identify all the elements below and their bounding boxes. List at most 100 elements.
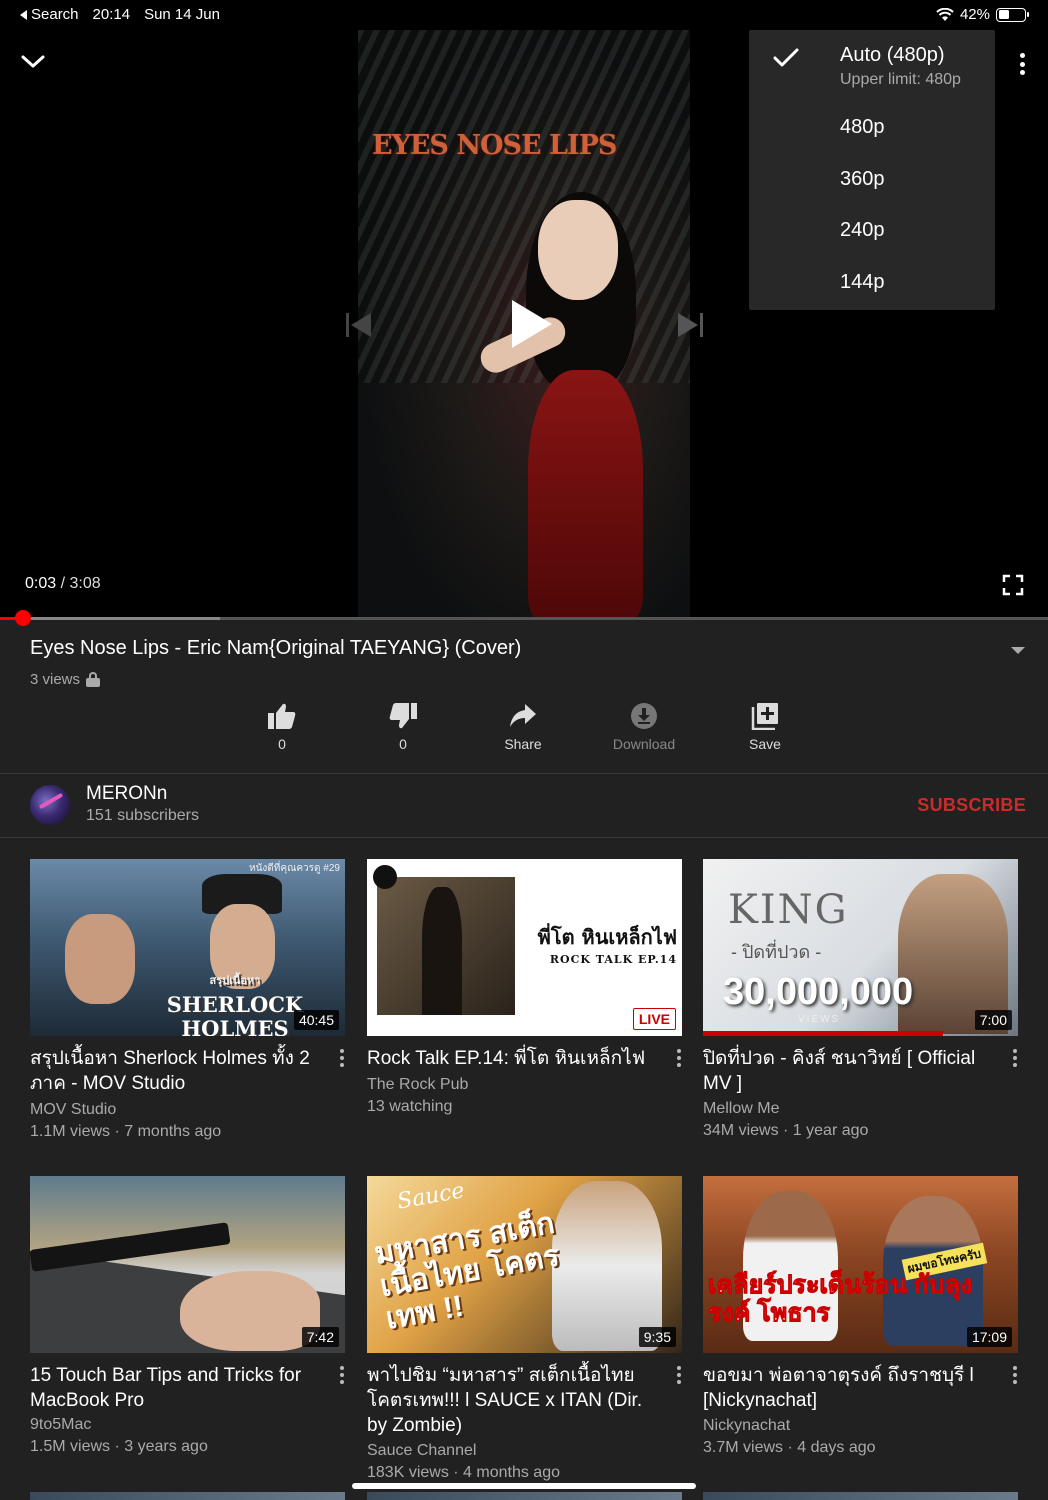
subscriber-count: 151 subscribers xyxy=(86,807,199,824)
thumbnail-small-text: - ปิดที่ปวด - xyxy=(731,942,822,962)
video-card[interactable]: 7:42 15 Touch Bar Tips and Tricks for Ma… xyxy=(30,1176,345,1455)
dislike-button[interactable]: 0 xyxy=(358,702,448,752)
video-thumbnail[interactable]: หนังดีที่คุณควรดู #29 สรุปเนื้อหา SHERLO… xyxy=(30,859,345,1036)
thumbnail-title-text: เคลียร์ประเด็นร้อน กับลุงรงค์ โพธาร xyxy=(708,1271,973,1328)
card-more-icon[interactable] xyxy=(1012,1366,1018,1384)
quality-option-240p[interactable]: 240p xyxy=(749,205,995,257)
time-display: 0:03 / 3:08 xyxy=(25,575,101,593)
thumbnail-brand-text: Sauce xyxy=(395,1178,467,1215)
video-card-title[interactable]: ปิดที่ปวด - คิงส์ ชนาวิทย์ [ Official MV… xyxy=(703,1046,995,1096)
video-card-stats: 3.7M views · 4 days ago xyxy=(703,1439,876,1456)
play-icon[interactable] xyxy=(506,298,556,350)
video-card-stats: 1.5M views · 3 years ago xyxy=(30,1438,208,1455)
quality-option-144p[interactable]: 144p xyxy=(749,257,995,309)
progress-bar[interactable] xyxy=(0,617,1048,620)
duration-badge: 9:35 xyxy=(638,1327,676,1347)
like-count: 0 xyxy=(278,736,286,752)
quality-option-label: 480p xyxy=(840,116,885,138)
rock-pub-logo-icon xyxy=(373,865,397,889)
singer-figure xyxy=(475,192,658,618)
video-card[interactable]: พี่โต หินเหล็กไฟ ROCK TALK EP.14 LIVE Ro… xyxy=(367,859,682,1115)
video-thumbnail[interactable]: ผมขอโทษครับ เคลียร์ประเด็นร้อน กับลุงรงค… xyxy=(703,1176,1018,1353)
download-label: Download xyxy=(612,736,676,752)
video-thumbnail[interactable]: พี่โต หินเหล็กไฟ ROCK TALK EP.14 LIVE xyxy=(367,859,682,1036)
quality-option-sublabel: Upper limit: 480p xyxy=(840,71,961,88)
card-more-icon[interactable] xyxy=(1012,1049,1018,1067)
video-card[interactable]: Sauce มหาสาร สเต็กเนื้อไทย โคตรเทพ !! 9:… xyxy=(367,1176,682,1481)
video-card-title[interactable]: พาไปชิม “มหาสาร” สเต็กเนื้อไทยโคตรเทพ!!!… xyxy=(367,1363,659,1438)
thumbnail-title-text: มหาสาร สเต็กเนื้อไทย โคตรเทพ !! xyxy=(371,1206,562,1336)
duration-badge: 7:00 xyxy=(974,1010,1012,1030)
back-label: Search xyxy=(31,6,79,23)
back-to-search-link[interactable]: Search xyxy=(20,6,79,23)
card-more-icon[interactable] xyxy=(676,1366,682,1384)
save-button[interactable]: Save xyxy=(720,702,810,752)
channel-name[interactable]: MERONn xyxy=(86,783,167,805)
add-to-playlist-icon xyxy=(751,703,778,730)
video-thumbnail-peek[interactable] xyxy=(367,1492,682,1500)
card-more-icon[interactable] xyxy=(339,1049,345,1067)
share-button[interactable]: Share xyxy=(478,702,568,752)
card-more-icon[interactable] xyxy=(676,1049,682,1067)
video-thumbnail[interactable]: KING - ปิดที่ปวด - 30,000,000 VIEWS 7:00 xyxy=(703,859,1018,1036)
duration: 3:08 xyxy=(69,575,101,592)
thumbnail-number-text: 30,000,000 xyxy=(723,971,914,1013)
video-card[interactable]: ผมขอโทษครับ เคลียร์ประเด็นร้อน กับลุงรงค… xyxy=(703,1176,1018,1456)
previous-video-icon[interactable] xyxy=(345,310,373,340)
duration-badge: 7:42 xyxy=(301,1327,339,1347)
collapse-chevron-icon[interactable] xyxy=(20,50,46,72)
next-video-icon[interactable] xyxy=(676,310,704,340)
fullscreen-icon[interactable] xyxy=(1002,574,1024,596)
video-card-stats: 13 watching xyxy=(367,1098,453,1115)
video-card[interactable]: KING - ปิดที่ปวด - 30,000,000 VIEWS 7:00… xyxy=(703,859,1018,1139)
video-card-channel: Sauce Channel xyxy=(367,1442,477,1459)
duration-badge: 17:09 xyxy=(966,1327,1012,1347)
thumbs-down-icon xyxy=(389,703,417,729)
quality-option-auto[interactable]: Auto (480p) Upper limit: 480p xyxy=(749,30,995,102)
subscribe-button[interactable]: SUBSCRIBE xyxy=(917,795,1026,816)
video-thumbnail[interactable]: Sauce มหาสาร สเต็กเนื้อไทย โคตรเทพ !! 9:… xyxy=(367,1176,682,1353)
dislike-count: 0 xyxy=(399,736,407,752)
quality-option-label: 144p xyxy=(840,271,885,293)
video-card-title[interactable]: สรุปเนื้อหา Sherlock Holmes ทั้ง 2 ภาค -… xyxy=(30,1046,322,1096)
thumbnail-title-text: SHERLOCK HOLMES xyxy=(166,992,304,1037)
video-card-channel: The Rock Pub xyxy=(367,1076,469,1093)
card-more-icon[interactable] xyxy=(339,1366,345,1384)
like-button[interactable]: 0 xyxy=(237,702,327,752)
divider xyxy=(0,837,1048,838)
video-overlay-title: EYES NOSE LIPS xyxy=(372,130,617,161)
progress-scrubber[interactable] xyxy=(15,610,32,626)
view-count: 3 views xyxy=(30,671,101,688)
thumbnail-views-text: VIEWS xyxy=(798,1014,841,1025)
video-card-channel: 9to5Mac xyxy=(30,1416,92,1433)
status-bar: Search 20:14 Sun 14 Jun 42% xyxy=(0,0,1048,30)
quality-menu: Auto (480p) Upper limit: 480p 480p 360p … xyxy=(749,30,995,310)
video-card-title[interactable]: 15 Touch Bar Tips and Tricks for MacBook… xyxy=(30,1363,322,1413)
share-arrow-icon xyxy=(510,704,536,727)
action-bar: 0 0 Share Download Save xyxy=(0,702,1048,762)
video-thumbnail-peek[interactable] xyxy=(30,1492,345,1500)
expand-description-icon[interactable] xyxy=(1011,647,1025,654)
download-button[interactable]: Download xyxy=(599,702,689,752)
thumbnail-title-text: พี่โต หินเหล็กไฟ xyxy=(537,925,677,949)
video-thumbnail[interactable]: 7:42 xyxy=(30,1176,345,1353)
video-card-channel: Nickynachat xyxy=(703,1417,791,1434)
divider xyxy=(0,773,1048,774)
thumbs-up-icon xyxy=(268,703,296,729)
back-arrow-icon xyxy=(20,9,27,20)
video-card-title[interactable]: Rock Talk EP.14: พี่โต หินเหล็กไฟ xyxy=(367,1046,659,1071)
time-separator: / xyxy=(60,575,66,592)
video-card-title[interactable]: ขอขมา พ่อตาจาตุรงค์ ถึงราชบุรี l [Nickyn… xyxy=(703,1363,995,1413)
thumbnail-small-text: สรุปเนื้อหา xyxy=(209,974,261,987)
more-options-icon[interactable] xyxy=(1010,50,1034,78)
thumbnail-corner-text: หนังดีที่คุณควรดู #29 xyxy=(249,863,340,874)
live-badge: LIVE xyxy=(632,1008,676,1030)
video-thumbnail-peek[interactable] xyxy=(703,1492,1018,1500)
channel-avatar[interactable] xyxy=(30,785,70,825)
quality-option-360p[interactable]: 360p xyxy=(749,154,995,206)
thumbnail-text: พี่โต หินเหล็กไฟ ROCK TALK EP.14 xyxy=(527,921,677,966)
quality-option-480p[interactable]: 480p xyxy=(749,102,995,154)
home-indicator[interactable] xyxy=(352,1483,696,1489)
video-card[interactable]: หนังดีที่คุณควรดู #29 สรุปเนื้อหา SHERLO… xyxy=(30,859,345,1140)
video-title[interactable]: Eyes Nose Lips - Eric Nam{Original TAEYA… xyxy=(30,637,521,660)
